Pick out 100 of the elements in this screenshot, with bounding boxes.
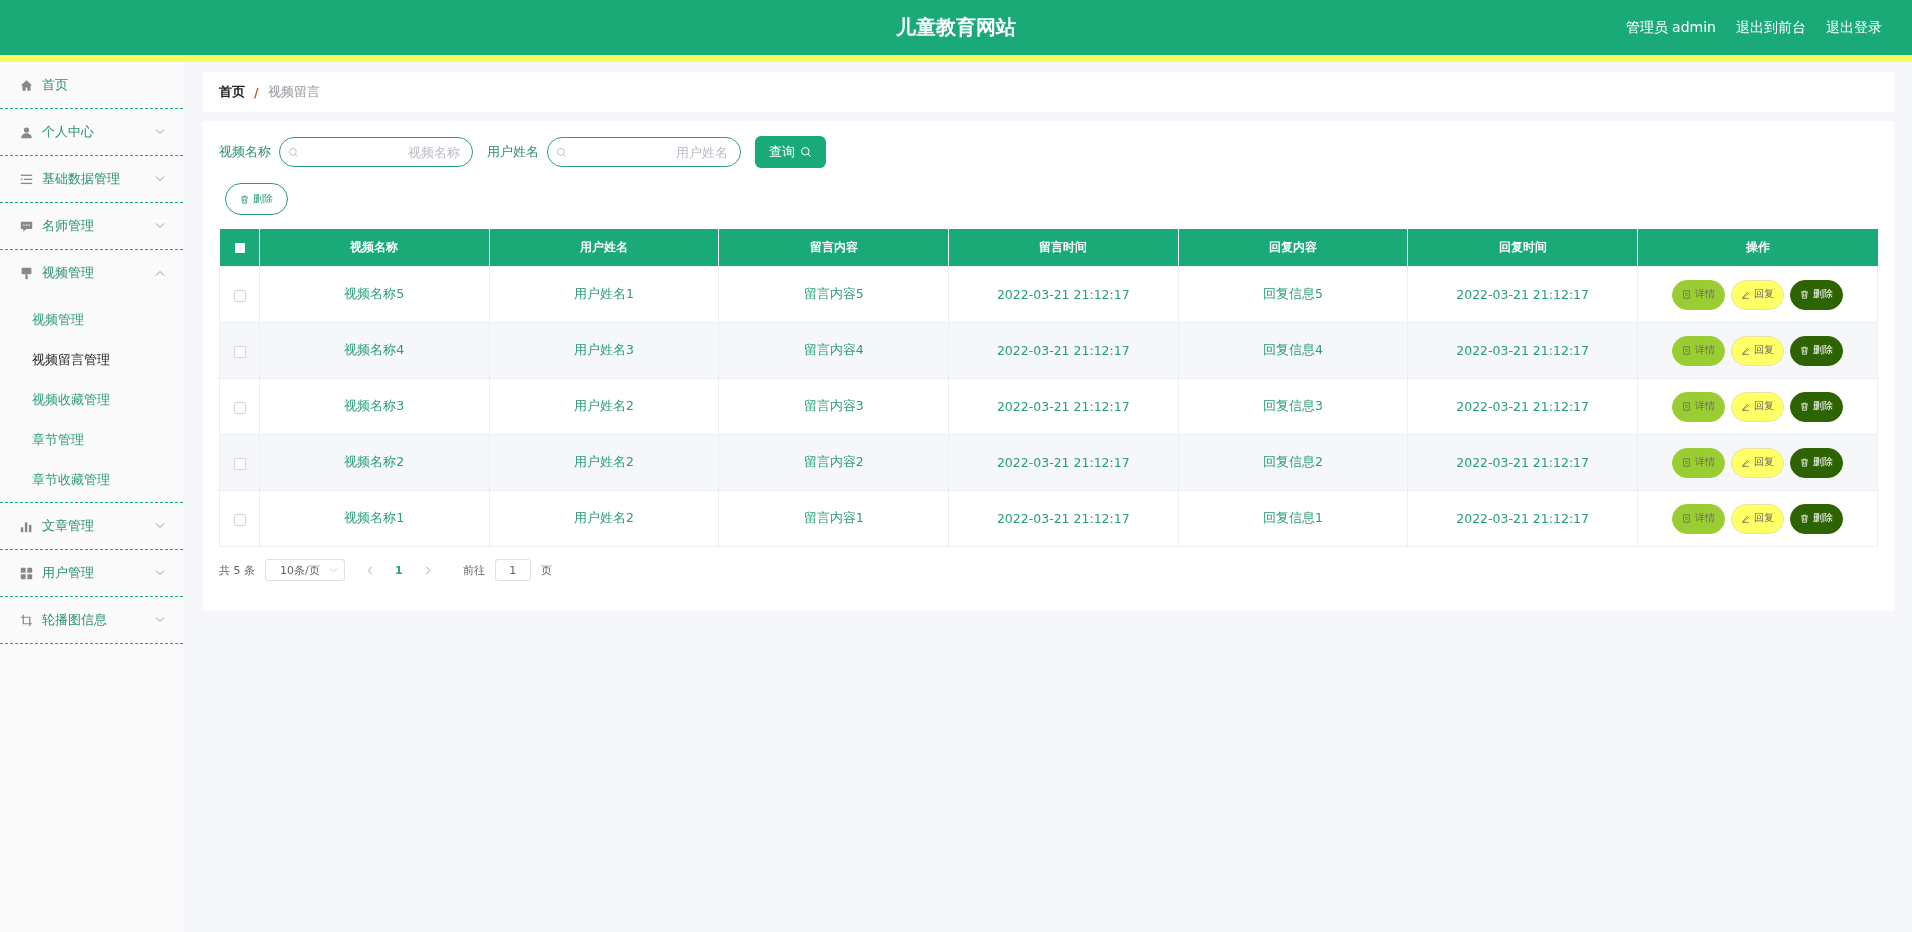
table-cell: 用户姓名2 bbox=[489, 490, 719, 547]
header-link[interactable]: 退出到前台 bbox=[1736, 18, 1806, 37]
sidebar-item[interactable]: 视频管理 bbox=[0, 250, 183, 296]
sidebar-subitem[interactable]: 视频收藏管理 bbox=[0, 380, 183, 420]
details-button[interactable]: 详情 bbox=[1672, 279, 1725, 310]
grid-icon bbox=[20, 566, 33, 580]
previous-page-icon[interactable] bbox=[367, 565, 373, 575]
sidebar-item[interactable]: 基础数据管理 bbox=[0, 156, 183, 203]
sidebar-item[interactable]: 用户管理 bbox=[0, 550, 183, 597]
trash-icon bbox=[1800, 346, 1809, 355]
page-size-select[interactable]: 10条/页 bbox=[265, 559, 345, 581]
brush-icon bbox=[20, 266, 33, 280]
page-number[interactable]: 1 bbox=[383, 563, 415, 577]
sidebar-item[interactable]: 轮播图信息 bbox=[0, 597, 183, 644]
header-link[interactable]: 退出登录 bbox=[1826, 18, 1882, 37]
column-header: 回复内容 bbox=[1178, 229, 1408, 267]
sidebar-item[interactable]: 文章管理 bbox=[0, 503, 183, 550]
details-button[interactable]: 详情 bbox=[1672, 503, 1725, 534]
table-cell: 用户姓名2 bbox=[489, 378, 719, 435]
breadcrumb-item: 视频留言 bbox=[267, 83, 320, 101]
table-cell: 2022-03-21 21:12:17 bbox=[1407, 490, 1638, 547]
sidebar-item[interactable]: 个人中心 bbox=[0, 109, 183, 156]
sidebar-item[interactable]: 首页 bbox=[0, 62, 183, 109]
crop-icon bbox=[20, 613, 33, 627]
user-icon bbox=[20, 125, 33, 139]
table-cell: 留言内容5 bbox=[718, 266, 949, 323]
page-input[interactable]: 1 bbox=[494, 559, 531, 581]
pencil-icon bbox=[1741, 402, 1750, 411]
trash-icon bbox=[1800, 458, 1809, 467]
column-header: 回复时间 bbox=[1407, 229, 1638, 267]
table-cell: 留言内容1 bbox=[718, 490, 949, 547]
breadcrumb-separator: / bbox=[254, 84, 259, 100]
checkbox[interactable] bbox=[233, 457, 246, 470]
checkbox[interactable] bbox=[233, 289, 246, 302]
checkbox[interactable] bbox=[233, 401, 246, 414]
pencil-icon bbox=[1741, 514, 1750, 523]
reply-button[interactable]: 回复 bbox=[1731, 279, 1784, 310]
page-unit: 页 bbox=[540, 562, 552, 578]
goto-label: 前往 bbox=[462, 562, 485, 578]
table-cell: 2022-03-21 21:12:17 bbox=[948, 266, 1179, 323]
table-cell: 留言内容2 bbox=[718, 434, 949, 491]
details-button[interactable]: 详情 bbox=[1672, 335, 1725, 366]
table-cell: 2022-03-21 21:12:17 bbox=[948, 378, 1179, 435]
table-cell: 用户姓名1 bbox=[489, 266, 719, 323]
delete-button[interactable]: 删除 bbox=[1790, 279, 1843, 310]
table-cell: 2022-03-21 21:12:17 bbox=[1407, 322, 1638, 379]
search-field[interactable]: 视频名称 bbox=[279, 137, 473, 167]
column-header: 用户姓名 bbox=[489, 229, 719, 267]
details-button[interactable]: 详情 bbox=[1672, 391, 1725, 422]
checkbox[interactable] bbox=[233, 513, 246, 526]
chat-icon bbox=[20, 219, 33, 233]
table-cell: 留言内容3 bbox=[718, 378, 949, 435]
table-cell: 视频名称2 bbox=[259, 434, 490, 491]
list-icon bbox=[20, 172, 33, 186]
table-cell: 回复信息2 bbox=[1178, 434, 1408, 491]
delete-button[interactable]: 删除 bbox=[225, 183, 288, 215]
sidebar-subitem[interactable]: 视频管理 bbox=[0, 300, 183, 340]
reply-button[interactable]: 回复 bbox=[1731, 335, 1784, 366]
checkbox[interactable] bbox=[233, 345, 246, 358]
sidebar-subitem[interactable]: 章节收藏管理 bbox=[0, 460, 183, 500]
table-cell: 2022-03-21 21:12:17 bbox=[1407, 266, 1638, 323]
table-cell: 回复信息3 bbox=[1178, 378, 1408, 435]
table-cell: 视频名称5 bbox=[259, 266, 490, 323]
next-page-icon[interactable] bbox=[424, 565, 431, 575]
field-label: 视频名称 bbox=[219, 143, 271, 161]
table-cell: 用户姓名2 bbox=[489, 434, 719, 491]
table-cell: 用户姓名3 bbox=[489, 322, 719, 379]
breadcrumb-item[interactable]: 首页 bbox=[219, 83, 245, 101]
reply-button[interactable]: 回复 bbox=[1731, 503, 1784, 534]
delete-button[interactable]: 删除 bbox=[1790, 503, 1843, 534]
pencil-icon bbox=[1741, 290, 1750, 299]
table-cell: 回复信息5 bbox=[1178, 266, 1408, 323]
admin-user-label: 管理员 admin bbox=[1625, 18, 1716, 37]
search-icon bbox=[288, 146, 299, 158]
sidebar-item[interactable]: 名师管理 bbox=[0, 203, 183, 250]
details-button[interactable]: 详情 bbox=[1672, 447, 1725, 478]
delete-button[interactable]: 删除 bbox=[1790, 391, 1843, 422]
reply-button[interactable]: 回复 bbox=[1731, 447, 1784, 478]
reply-button[interactable]: 回复 bbox=[1731, 391, 1784, 422]
search-icon bbox=[800, 146, 812, 158]
search-button[interactable]: 查询 bbox=[755, 136, 826, 168]
search-field[interactable]: 用户姓名 bbox=[547, 137, 741, 167]
table-cell: 2022-03-21 21:12:17 bbox=[948, 434, 1179, 491]
table-cell: 2022-03-21 21:12:17 bbox=[1407, 378, 1638, 435]
caret-icon bbox=[329, 567, 338, 573]
trash-icon bbox=[1800, 290, 1809, 299]
pencil-icon bbox=[1741, 458, 1750, 467]
sidebar-subitem[interactable]: 章节管理 bbox=[0, 420, 183, 460]
table-cell: 2022-03-21 21:12:17 bbox=[948, 490, 1179, 547]
search-icon bbox=[556, 146, 567, 158]
delete-button[interactable]: 删除 bbox=[1790, 335, 1843, 366]
sidebar-subitem[interactable]: 视频留言管理 bbox=[0, 340, 183, 380]
checkbox[interactable] bbox=[234, 243, 245, 253]
column-header: 留言内容 bbox=[718, 229, 949, 267]
column-header: 留言时间 bbox=[948, 229, 1179, 267]
delete-button[interactable]: 删除 bbox=[1790, 447, 1843, 478]
document-icon bbox=[1682, 458, 1691, 467]
column-header: 视频名称 bbox=[259, 229, 490, 267]
document-icon bbox=[1682, 402, 1691, 411]
bar-chart-icon bbox=[20, 519, 33, 533]
